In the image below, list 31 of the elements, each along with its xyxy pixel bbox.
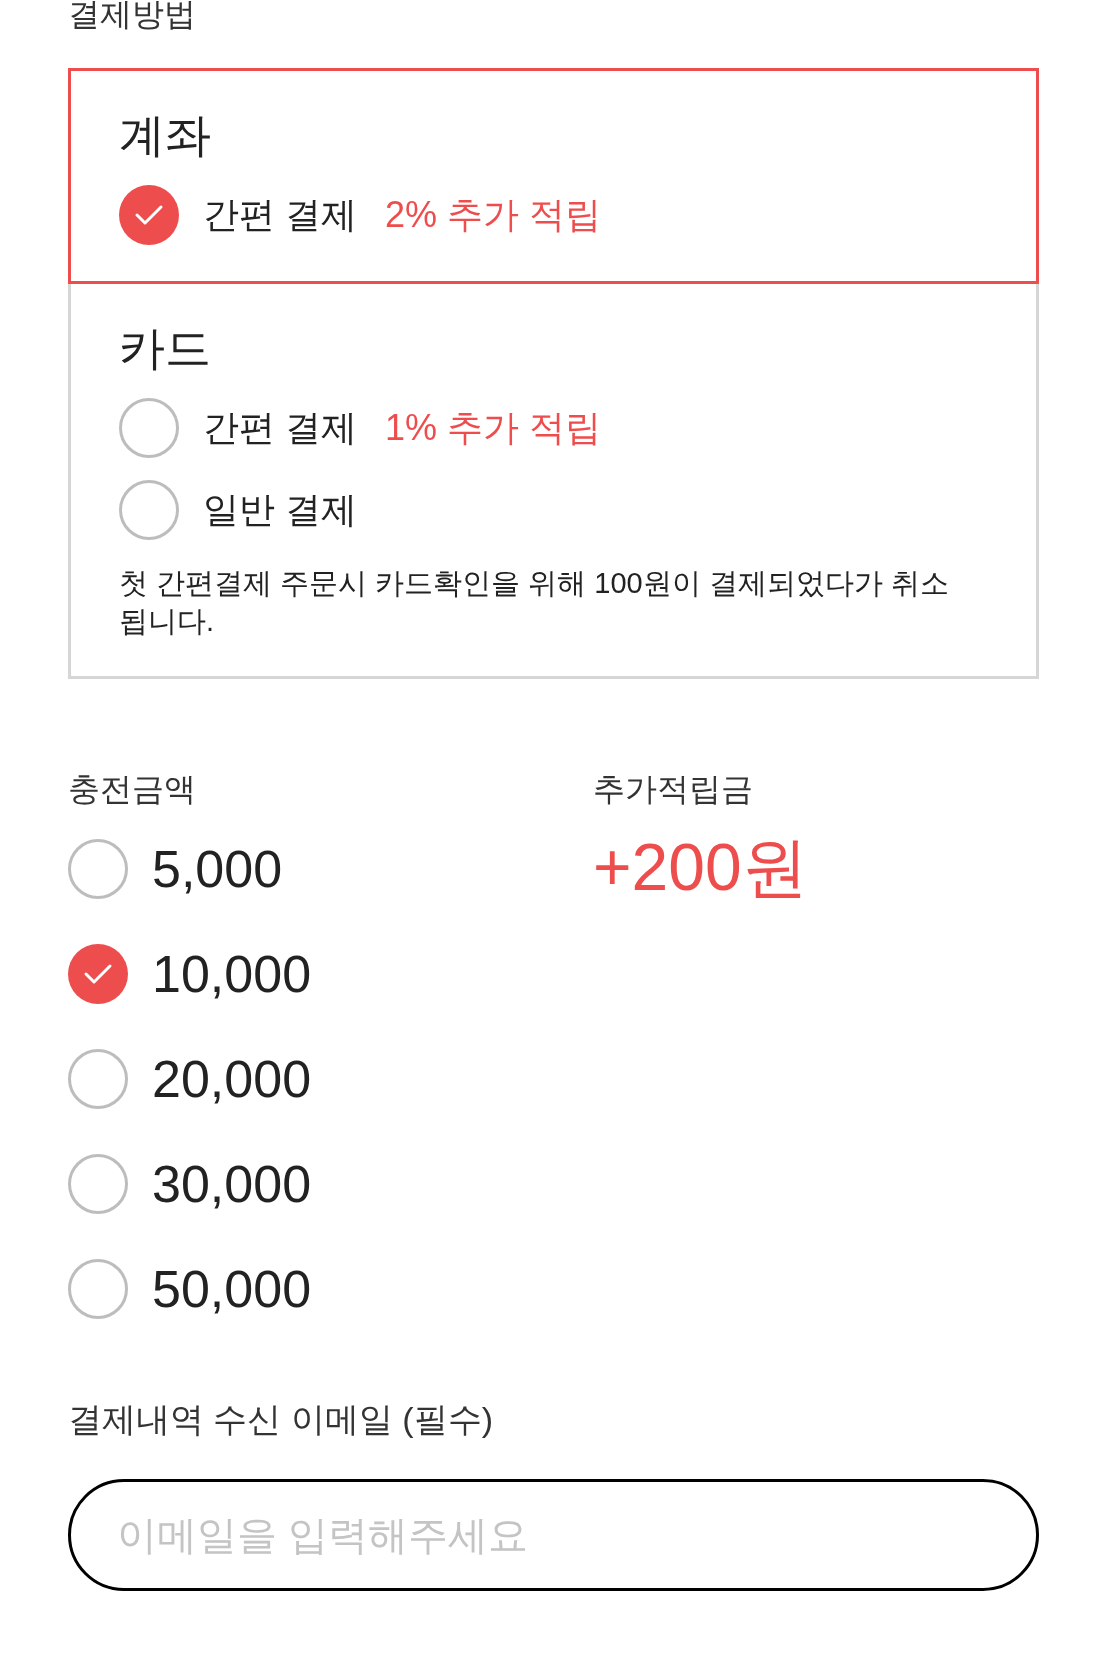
payment-group-card[interactable]: 계좌 간편 결제 2% 추가 적립 xyxy=(68,68,1039,284)
group-title: 계좌 xyxy=(119,108,212,163)
field-label: 결제내역 수신 이메일 (필수) xyxy=(68,1399,494,1439)
checked-radio[interactable] xyxy=(119,185,179,245)
radio-button[interactable] xyxy=(68,1154,128,1214)
section-title: 추가적립금 xyxy=(593,770,754,809)
check-icon xyxy=(134,204,164,226)
check-icon xyxy=(83,963,113,985)
email-input-field[interactable]: 이메일을 입력해주세요 xyxy=(68,1479,1039,1591)
amount-label: 5,000 xyxy=(152,839,283,899)
bonus-text: 2% 추가 적립 xyxy=(385,193,602,237)
section-title: 충전금액 xyxy=(68,770,197,809)
amount-label: 30,000 xyxy=(152,1154,312,1214)
radio-button[interactable] xyxy=(68,1259,128,1319)
option-label: 간편 결제 xyxy=(203,406,357,450)
amount-label: 20,000 xyxy=(152,1049,312,1109)
bonus-amount: +200원 xyxy=(593,829,808,905)
note-text: 첫 간편결제 주문시 카드확인을 위해 100원이 결제되었다가 취소됩니다. xyxy=(119,566,950,639)
checked-radio[interactable] xyxy=(68,944,128,1004)
radio-button[interactable] xyxy=(68,839,128,899)
option-label: 일반 결제 xyxy=(203,488,357,532)
payment-group-card[interactable]: 카드 간편 결제 1% 추가 적립 일반 결제 첫 간편결제 주문시 카드확인을 위해 100원이 결제되었다가 취소됩니다. xyxy=(68,284,1039,679)
radio-button[interactable] xyxy=(119,480,179,540)
group-title: 카드 xyxy=(119,321,212,376)
section-title: 결제방법 xyxy=(68,0,197,32)
option-label: 간편 결제 xyxy=(203,193,357,237)
radio-button[interactable] xyxy=(68,1049,128,1109)
amount-label: 50,000 xyxy=(152,1259,312,1319)
radio-button[interactable] xyxy=(119,398,179,458)
amount-label: 10,000 xyxy=(152,944,312,1004)
bonus-text: 1% 추가 적립 xyxy=(385,406,602,450)
